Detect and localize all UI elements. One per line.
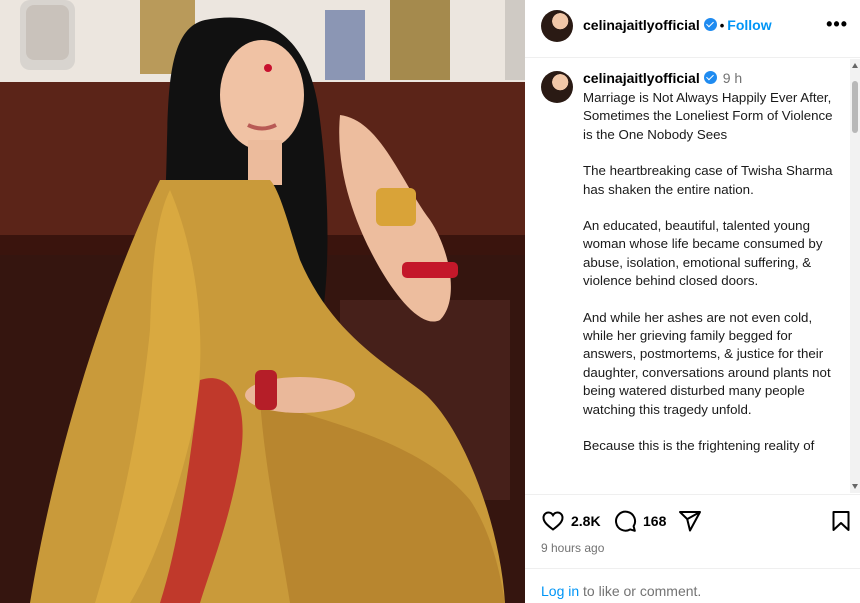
post-image[interactable]	[0, 0, 525, 603]
comment-icon	[615, 510, 637, 532]
separator-dot: •	[719, 18, 725, 33]
login-link[interactable]: Log in	[541, 583, 579, 599]
like-count[interactable]: 2.8K	[571, 513, 601, 529]
save-button[interactable]	[829, 509, 853, 533]
share-icon	[679, 511, 701, 532]
scroll-down-arrow-icon[interactable]	[852, 484, 858, 489]
caption-header: celinajaitlyofficial 9 h	[583, 70, 742, 86]
post-header: celinajaitlyofficial • Follow •••	[525, 0, 860, 58]
scroll-up-arrow-icon[interactable]	[852, 63, 858, 68]
login-prompt: Log in to like or comment.	[541, 583, 701, 599]
post-time[interactable]: 9 h	[723, 70, 742, 86]
share-button[interactable]	[678, 509, 702, 533]
bookmark-icon	[832, 511, 850, 531]
login-prompt-text: to like or comment.	[583, 583, 702, 599]
caption-paragraph: Marriage is Not Always Happily Ever Afte…	[583, 90, 833, 142]
caption-avatar[interactable]	[541, 71, 573, 103]
more-icon[interactable]: •••	[826, 14, 848, 35]
caption-paragraph: The heartbreaking case of Twisha Sharma …	[583, 163, 833, 197]
posted-time-ago[interactable]: 9 hours ago	[541, 541, 604, 555]
author-avatar[interactable]	[541, 10, 573, 42]
verified-icon	[703, 18, 717, 31]
scroll-thumb[interactable]	[852, 81, 858, 133]
caption-text: Marriage is Not Always Happily Ever Afte…	[583, 89, 843, 474]
author-username[interactable]: celinajaitlyofficial	[583, 17, 700, 33]
caption-paragraph: An educated, beautiful, talented young w…	[583, 218, 823, 289]
caption-section: celinajaitlyofficial 9 h Marriage is Not …	[525, 59, 850, 493]
verified-icon	[703, 71, 717, 84]
caption-username[interactable]: celinajaitlyofficial	[583, 70, 700, 86]
post-photo	[0, 0, 525, 603]
caption-scrollbar[interactable]	[850, 59, 860, 493]
caption-paragraph: Because this is the frightening reality …	[583, 438, 815, 454]
comment-button[interactable]: 168	[613, 509, 666, 533]
post-side-panel: celinajaitlyofficial • Follow ••• celinaja…	[525, 0, 860, 603]
follow-button[interactable]: Follow	[727, 17, 771, 33]
caption-paragraph: And while her ashes are not even cold, w…	[583, 309, 831, 417]
author-header-line: celinajaitlyofficial • Follow	[583, 17, 772, 33]
like-button[interactable]: 2.8K	[541, 509, 601, 533]
comment-count[interactable]: 168	[643, 513, 666, 529]
heart-icon	[542, 511, 564, 531]
login-footer: Log in to like or comment.	[525, 568, 860, 603]
